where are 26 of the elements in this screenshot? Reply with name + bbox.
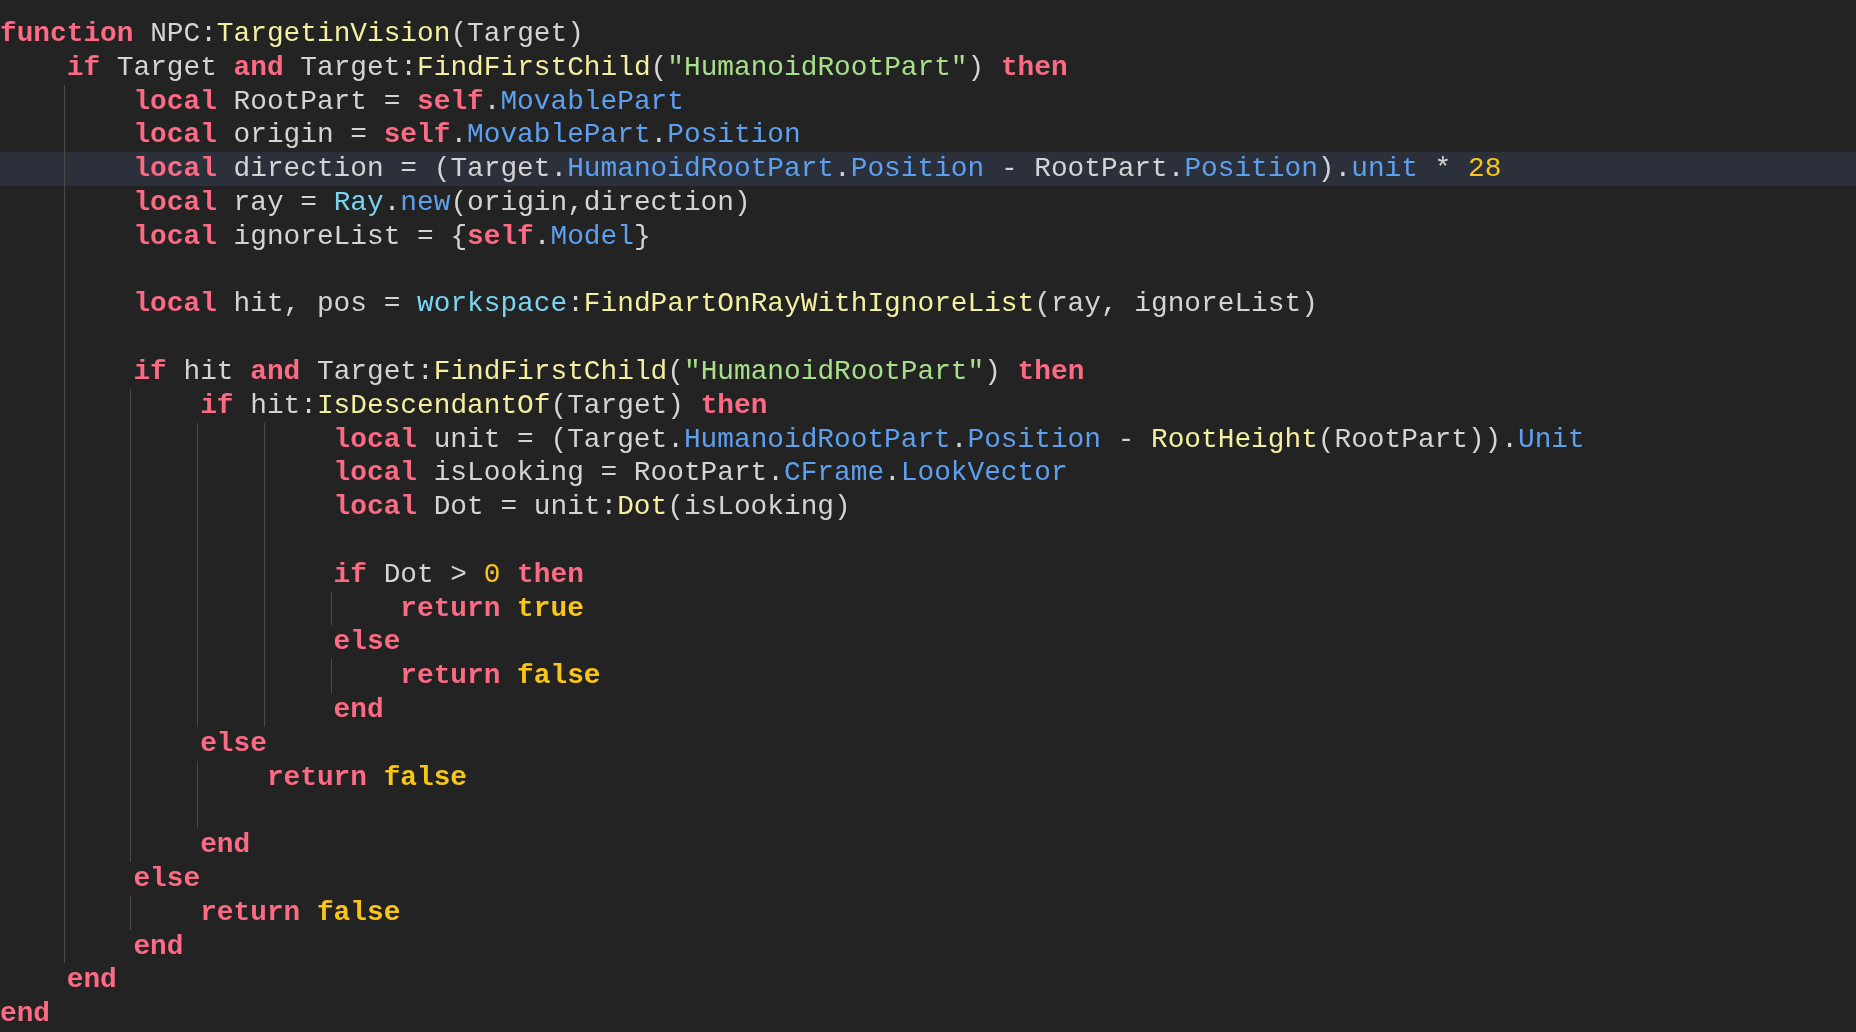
- code-line: local isLooking = RootPart.CFrame.LookVector: [333, 456, 1068, 491]
- code-line: return false: [400, 659, 601, 693]
- code-line: local RootPart = self.MovablePart: [133, 84, 684, 119]
- code-line: else: [133, 861, 201, 896]
- code-line: end: [133, 929, 184, 964]
- code-line: local ray = Ray.new(origin,direction): [133, 186, 751, 220]
- code-line: if hit:IsDescendantOf(Target) then: [200, 388, 768, 423]
- code-line: local ignoreList = {self.Model}: [133, 219, 651, 254]
- code-line: return true: [400, 591, 584, 626]
- code-line: end: [66, 963, 117, 998]
- code-line: function NPC:TargetinVision(Target): [0, 17, 584, 51]
- code-line: if hit and Target:FindFirstChild("HumanoidRootPart") then: [133, 354, 1085, 389]
- code-line: local Dot = unit:Dot(isLooking): [333, 490, 851, 524]
- code-line: end: [0, 997, 51, 1031]
- code-line: else: [200, 726, 267, 761]
- code-line: if Target and Target:FindFirstChild("HumanoidRootPart") then: [66, 50, 1068, 85]
- code-line: end: [200, 828, 251, 862]
- code-line: if Dot > 0 then: [333, 557, 584, 592]
- code-line: return false: [200, 895, 401, 930]
- code-line: local direction = (Target.HumanoidRootPart.Position - RootPart.Position).unit * 28: [133, 152, 1502, 186]
- code-line: local origin = self.MovablePart.Position: [133, 118, 801, 153]
- code-line: local hit, pos = workspace:FindPartOnRayWithIgnoreList(ray, ignoreList): [133, 287, 1318, 322]
- code-line: else: [333, 625, 401, 660]
- code-line: local unit = (Target.HumanoidRootPart.Position - RootHeight(RootPart)).Unit: [333, 422, 1585, 457]
- code-line: return false: [266, 760, 468, 795]
- code-line: end: [333, 692, 384, 727]
